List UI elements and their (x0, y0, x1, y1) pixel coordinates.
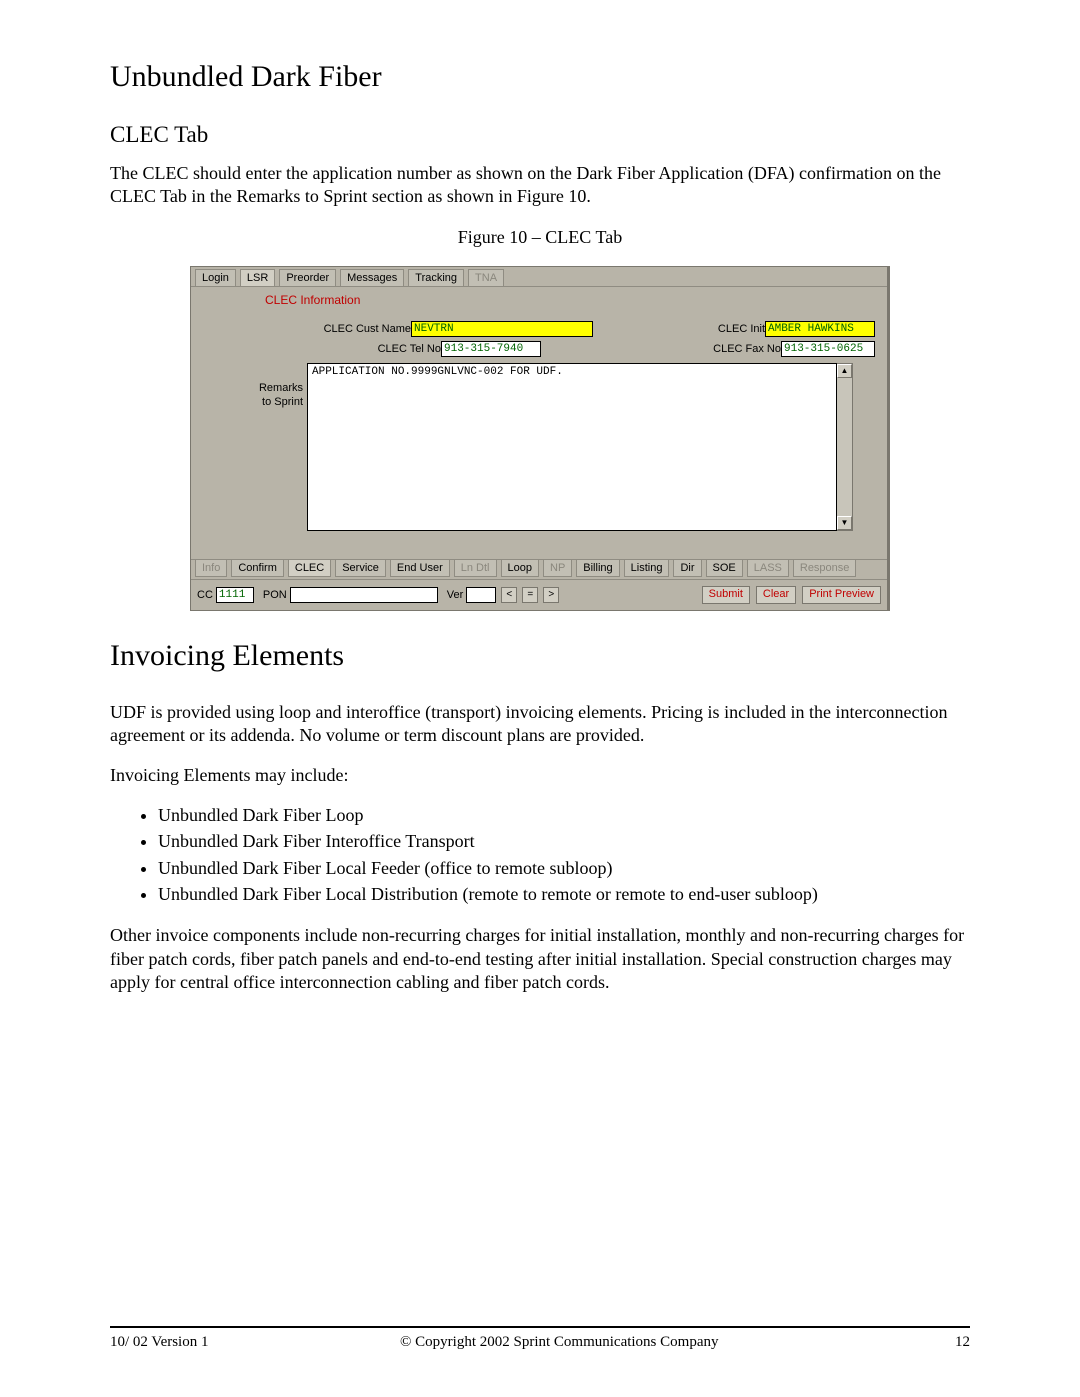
tab-bottom-info[interactable]: Info (195, 560, 227, 577)
scroll-up-icon[interactable]: ▲ (837, 364, 852, 378)
tab-bottom-clec[interactable]: CLEC (288, 560, 331, 577)
nav-prev-button[interactable]: < (501, 587, 517, 603)
clec-init-label: CLEC Init (718, 323, 765, 335)
tab-bottom-listing[interactable]: Listing (624, 560, 670, 577)
invoicing-other-paragraph: Other invoice components include non-rec… (110, 924, 970, 994)
print-preview-button[interactable]: Print Preview (802, 586, 881, 604)
footer-rule (110, 1326, 970, 1328)
remarks-label: Remarks to Sprint (203, 363, 303, 409)
tab-messages[interactable]: Messages (340, 269, 404, 286)
clec-fax-no-label: CLEC Fax No (713, 343, 781, 355)
tabbar-bottom: Info Confirm CLEC Service End User Ln Dt… (191, 559, 887, 579)
clec-cust-name-field[interactable]: NEVTRN (411, 321, 593, 337)
nav-next-button[interactable]: > (543, 587, 559, 603)
clec-app-window: Login LSR Preorder Messages Tracking TNA… (190, 266, 890, 611)
clec-tel-no-field[interactable]: 913-315-7940 (441, 341, 541, 357)
page-footer: 10/ 02 Version 1 © Copyright 2002 Sprint… (110, 1334, 970, 1351)
tab-login[interactable]: Login (195, 269, 236, 286)
pon-label: PON (263, 589, 287, 601)
tab-bottom-soe[interactable]: SOE (706, 560, 743, 577)
scroll-track[interactable] (837, 378, 852, 516)
list-item: Unbundled Dark Fiber Local Distribution … (158, 882, 970, 906)
nav-eq-button[interactable]: = (522, 587, 538, 603)
tab-bottom-dir[interactable]: Dir (673, 560, 701, 577)
footer-page-number: 12 (910, 1334, 970, 1351)
heading-clec-tab: CLEC Tab (110, 122, 970, 148)
remarks-scrollbar[interactable]: ▲ ▼ (837, 363, 853, 531)
tab-bottom-loop[interactable]: Loop (501, 560, 539, 577)
list-item: Unbundled Dark Fiber Local Feeder (offic… (158, 856, 970, 880)
tab-preorder[interactable]: Preorder (279, 269, 336, 286)
remarks-label-line1: Remarks (203, 381, 303, 395)
invoicing-may-include: Invoicing Elements may include: (110, 764, 970, 787)
list-item: Unbundled Dark Fiber Loop (158, 803, 970, 827)
clear-button[interactable]: Clear (756, 586, 796, 604)
cc-label: CC (197, 589, 213, 601)
panel-title: CLEC Information (265, 293, 887, 307)
cc-field[interactable]: 1111 (216, 587, 254, 603)
status-bar: CC 1111 PON Ver < = > Submit Clear Print… (191, 579, 887, 610)
ver-field[interactable] (466, 587, 496, 603)
tabbar-top: Login LSR Preorder Messages Tracking TNA (191, 267, 887, 287)
tab-bottom-response[interactable]: Response (793, 560, 857, 577)
ver-label: Ver (447, 589, 464, 601)
pon-field[interactable] (290, 587, 438, 603)
invoicing-list: Unbundled Dark Fiber Loop Unbundled Dark… (110, 803, 970, 906)
clec-intro-paragraph: The CLEC should enter the application nu… (110, 162, 970, 209)
tab-bottom-lndtl[interactable]: Ln Dtl (454, 560, 497, 577)
footer-version: 10/ 02 Version 1 (110, 1334, 208, 1351)
tab-bottom-enduser[interactable]: End User (390, 560, 450, 577)
invoicing-intro-paragraph: UDF is provided using loop and interoffi… (110, 701, 970, 748)
remarks-textarea[interactable]: APPLICATION NO.9999GNLVNC-002 FOR UDF. (307, 363, 837, 531)
heading-udf: Unbundled Dark Fiber (110, 60, 970, 94)
footer-copyright: © Copyright 2002 Sprint Communications C… (208, 1334, 910, 1351)
list-item: Unbundled Dark Fiber Interoffice Transpo… (158, 829, 970, 853)
tab-bottom-billing[interactable]: Billing (576, 560, 619, 577)
clec-init-field[interactable]: AMBER HAWKINS (765, 321, 875, 337)
clec-form: CLEC Cust Name NEVTRN CLEC Init AMBER HA… (191, 311, 887, 537)
tab-bottom-np[interactable]: NP (543, 560, 572, 577)
tab-tracking[interactable]: Tracking (408, 269, 464, 286)
heading-invoicing: Invoicing Elements (110, 639, 970, 673)
submit-button[interactable]: Submit (702, 586, 750, 604)
clec-fax-no-field[interactable]: 913-315-0625 (781, 341, 875, 357)
tab-bottom-confirm[interactable]: Confirm (231, 560, 284, 577)
tab-bottom-lass[interactable]: LASS (747, 560, 789, 577)
figure-caption: Figure 10 – CLEC Tab (110, 227, 970, 248)
tab-lsr[interactable]: LSR (240, 269, 275, 286)
clec-tel-no-label: CLEC Tel No (203, 343, 441, 355)
scroll-down-icon[interactable]: ▼ (837, 516, 852, 530)
tab-tna[interactable]: TNA (468, 269, 504, 286)
clec-cust-name-label: CLEC Cust Name (203, 323, 411, 335)
tab-bottom-service[interactable]: Service (335, 560, 386, 577)
remarks-label-line2: to Sprint (203, 395, 303, 409)
